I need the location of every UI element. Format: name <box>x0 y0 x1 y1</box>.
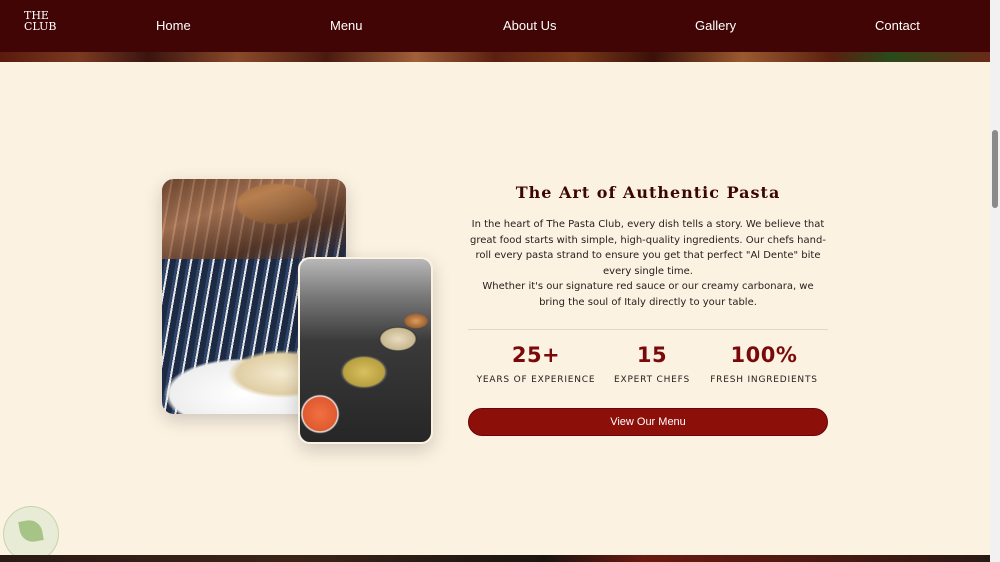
stat-label: FRESH INGREDIENTS <box>710 375 818 385</box>
stat-value: 15 <box>636 343 668 367</box>
leaf-icon <box>18 518 44 544</box>
page: THE CLUB Home Menu About Us Gallery Cont… <box>0 0 1000 562</box>
stat-experience: 25+ YEARS OF EXPERIENCE <box>476 342 596 385</box>
nav-link-menu[interactable]: Menu <box>330 18 363 33</box>
next-section-edge <box>0 555 990 562</box>
logo-bottom: CLUB <box>24 20 57 33</box>
scrollbar-thumb[interactable] <box>992 130 998 208</box>
nav-link-gallery[interactable]: Gallery <box>695 18 736 33</box>
stat-ingredients: 100% FRESH INGREDIENTS <box>706 342 822 385</box>
divider <box>468 329 828 330</box>
stat-chefs: 15 EXPERT CHEFS <box>610 342 694 385</box>
nav-link-about[interactable]: About Us <box>503 18 556 33</box>
section-title: The Art of Authentic Pasta <box>515 183 781 202</box>
stat-label: EXPERT CHEFS <box>614 375 690 385</box>
nav-link-home[interactable]: Home <box>156 18 191 33</box>
about-paragraph-1: In the heart of The Pasta Club, every di… <box>470 219 826 277</box>
nav-link-contact[interactable]: Contact <box>875 18 920 33</box>
watermark-logo <box>3 506 59 562</box>
kitchen-pans-photo <box>298 257 433 444</box>
navbar: THE CLUB Home Menu About Us Gallery Cont… <box>0 0 990 52</box>
view-menu-button[interactable]: View Our Menu <box>468 408 828 436</box>
logo[interactable]: THE CLUB <box>24 10 57 38</box>
about-paragraph: In the heart of The Pasta Club, every di… <box>468 217 828 311</box>
scrollbar[interactable] <box>990 0 1000 562</box>
stat-value: 25+ <box>511 343 561 367</box>
stat-value: 100% <box>730 343 798 367</box>
stat-label: YEARS OF EXPERIENCE <box>476 375 596 385</box>
hand-detail <box>162 179 346 259</box>
about-paragraph-2: Whether it's our signature red sauce or … <box>482 281 814 308</box>
